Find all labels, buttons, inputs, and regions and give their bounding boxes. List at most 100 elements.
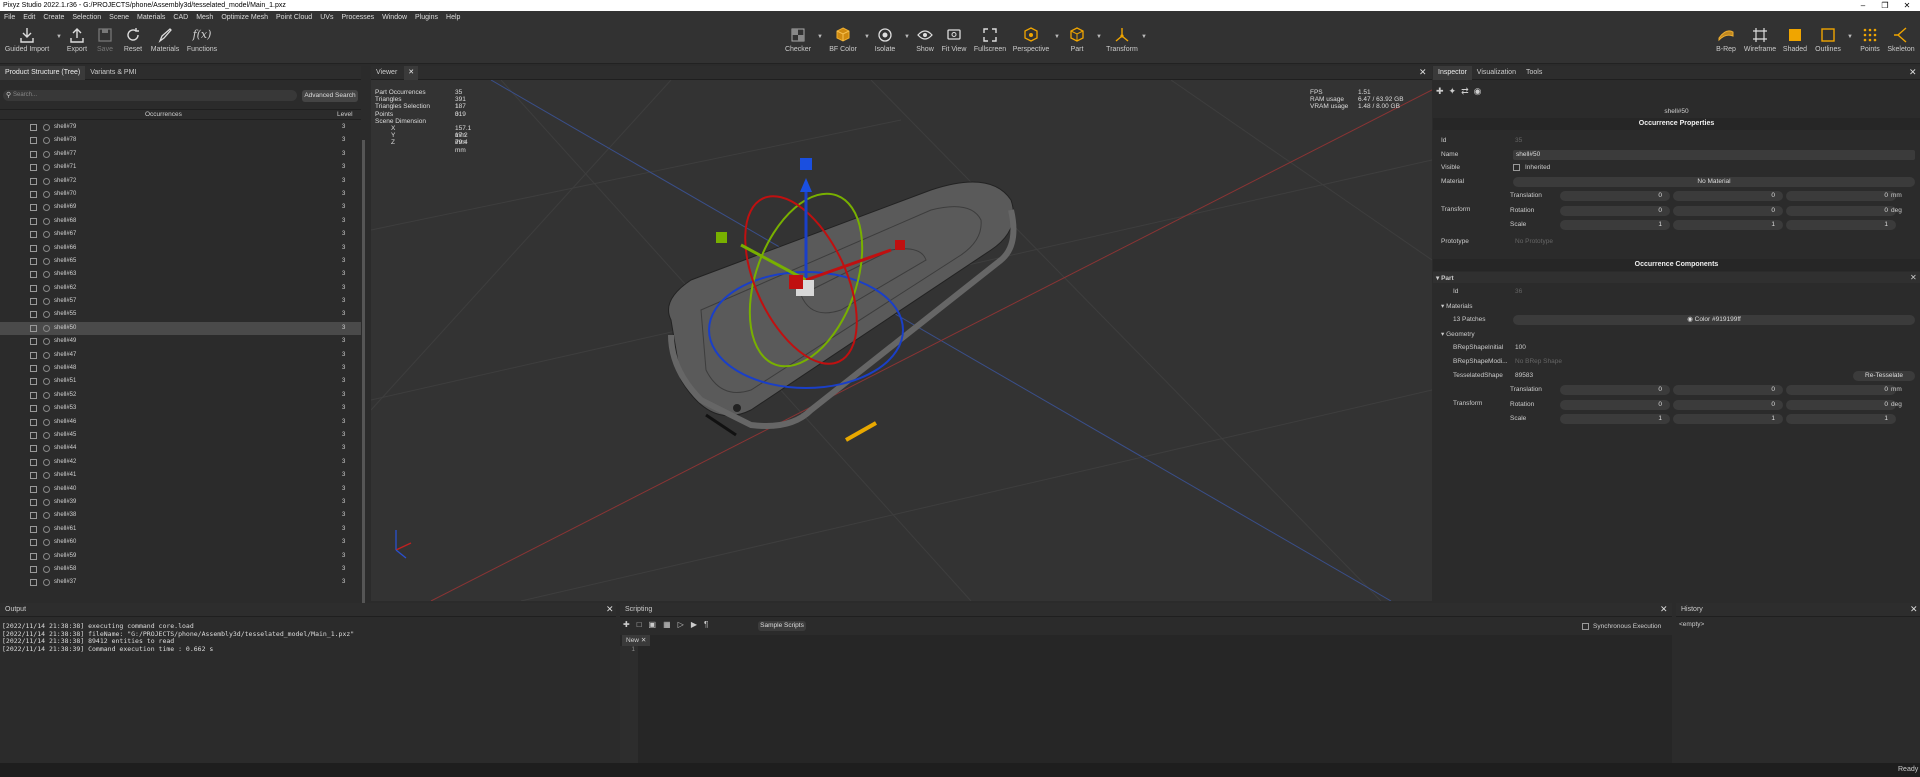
menu-help[interactable]: Help [446, 14, 460, 21]
close-icon[interactable]: ✕ [1896, 0, 1918, 11]
tab-inspector[interactable]: Inspector [1433, 65, 1472, 80]
visibility-checkbox[interactable] [30, 124, 37, 131]
tree-row[interactable]: shell#79 3 [0, 121, 361, 134]
visibility-checkbox[interactable] [30, 539, 37, 547]
points-button[interactable]: Points [1853, 26, 1887, 53]
visibility-checkbox[interactable] [30, 378, 37, 386]
search-input[interactable]: Search... [3, 90, 297, 101]
fullscreen-button[interactable]: Fullscreen [973, 26, 1007, 53]
tree-row[interactable]: shell#61 3 [0, 523, 361, 536]
transform-value-field[interactable]: 0 [1673, 399, 1783, 410]
transform-value-field[interactable]: 0 [1786, 399, 1896, 410]
viewport-3d[interactable] [371, 80, 1432, 601]
shaded-button[interactable]: Shaded [1778, 26, 1812, 53]
perspective-button[interactable]: Perspective ▼ [1013, 26, 1060, 53]
transform-value-field[interactable]: 1 [1560, 220, 1670, 230]
chevron-down-icon[interactable]: ▼ [1141, 34, 1147, 40]
menu-processes[interactable]: Processes [341, 14, 374, 21]
tab-variants-pmi[interactable]: Variants & PMI [85, 66, 141, 80]
tree-row[interactable]: shell#77 3 [0, 148, 361, 161]
tree-row[interactable]: shell#60 3 [0, 536, 361, 549]
visibility-checkbox[interactable] [30, 351, 37, 359]
tab-product-structure[interactable]: Product Structure (Tree) [0, 65, 86, 80]
tree-row[interactable]: shell#42 3 [0, 456, 361, 469]
visibility-checkbox[interactable] [30, 512, 37, 520]
transform-value-field[interactable]: 0 [1673, 191, 1783, 201]
chevron-down-icon[interactable]: ▼ [817, 34, 823, 40]
transform-value-field[interactable]: 0 [1560, 399, 1670, 410]
visibility-checkbox[interactable] [30, 137, 37, 145]
visibility-checkbox[interactable] [30, 257, 37, 265]
transform-value-field[interactable]: 0 [1560, 205, 1670, 216]
add-icon[interactable]: ✚ [1436, 86, 1444, 97]
tab-output[interactable]: Output [0, 603, 31, 617]
scripting-close-icon[interactable]: ✕ [1660, 604, 1668, 615]
advanced-search-button[interactable]: Advanced Search [302, 90, 358, 102]
tree-row[interactable]: shell#44 3 [0, 442, 361, 455]
viewer-panel[interactable]: Viewer ✕ ✕ Part Occurrences 35 Triangles… [371, 65, 1432, 601]
tab-new[interactable]: New ✕ [622, 635, 651, 646]
tree-row[interactable]: shell#67 3 [0, 228, 361, 241]
tree-row[interactable]: shell#52 3 [0, 389, 361, 402]
tree-row[interactable]: shell#59 3 [0, 550, 361, 563]
target-icon[interactable]: ◉ [1474, 86, 1482, 97]
menu-edit[interactable]: Edit [23, 14, 35, 21]
visibility-checkbox[interactable] [30, 311, 37, 319]
tree-row[interactable]: shell#37 3 [0, 576, 361, 589]
materials-group[interactable]: ▾ Materials [1441, 302, 1472, 310]
new-script-icon[interactable]: ✚ [623, 620, 630, 629]
retesselate-button[interactable]: Re-Tesselate [1853, 371, 1915, 381]
tab-history[interactable]: History [1676, 603, 1708, 617]
menu-file[interactable]: File [4, 14, 15, 21]
transform-value-field[interactable]: 0 [1673, 205, 1783, 216]
visibility-checkbox[interactable] [30, 164, 37, 172]
tree-row[interactable]: shell#78 3 [0, 134, 361, 147]
visibility-checkbox[interactable] [30, 244, 37, 252]
tree-row[interactable]: shell#63 3 [0, 268, 361, 281]
menu-plugins[interactable]: Plugins [415, 14, 438, 21]
transform-value-field[interactable]: 0 [1786, 205, 1896, 216]
visibility-checkbox[interactable] [30, 324, 37, 332]
visibility-checkbox[interactable] [30, 391, 37, 399]
tree-row[interactable]: shell#65 3 [0, 255, 361, 268]
new-tab-close-icon[interactable]: ✕ [641, 637, 646, 644]
script-editor[interactable]: New ✕ 1 [620, 635, 1672, 763]
tree-row[interactable]: shell#38 3 [0, 509, 361, 522]
visibility-checkbox[interactable] [30, 284, 37, 292]
visibility-checkbox[interactable] [30, 472, 37, 480]
tab-scripting[interactable]: Scripting [620, 603, 657, 617]
tree-row[interactable]: shell#39 3 [0, 496, 361, 509]
transform-value-field[interactable]: 1 [1560, 414, 1670, 424]
transform-value-field[interactable]: 0 [1560, 191, 1670, 201]
tree-row[interactable]: shell#57 3 [0, 295, 361, 308]
visibility-checkbox[interactable] [30, 150, 37, 158]
transform-value-field[interactable]: 0 [1673, 385, 1783, 395]
outlines-button[interactable]: Outlines ▼ [1811, 26, 1853, 53]
tree-row[interactable]: shell#68 3 [0, 215, 361, 228]
visibility-checkbox[interactable] [30, 485, 37, 493]
visibility-checkbox[interactable] [30, 231, 37, 239]
output-close-icon[interactable]: ✕ [606, 604, 614, 615]
tree-row[interactable]: shell#40 3 [0, 483, 361, 496]
visibility-checkbox[interactable] [30, 431, 37, 439]
reset-button[interactable]: Reset [116, 26, 150, 53]
visibility-checkbox[interactable] [30, 405, 37, 413]
visibility-checkbox[interactable] [30, 365, 37, 373]
transform-value-field[interactable]: 0 [1560, 385, 1670, 395]
tree-row[interactable]: shell#45 3 [0, 429, 361, 442]
materials-button[interactable]: Materials [148, 26, 182, 53]
transform-value-field[interactable]: 1 [1673, 220, 1783, 230]
tab-viewer[interactable]: Viewer [371, 66, 402, 80]
brep-button[interactable]: B-Rep [1709, 26, 1743, 53]
minimize-icon[interactable]: – [1852, 0, 1874, 11]
play-icon[interactable]: ▷ [678, 620, 684, 629]
visibility-checkbox[interactable] [30, 177, 37, 185]
transform-value-field[interactable]: 1 [1786, 414, 1896, 424]
tree-row[interactable]: shell#50 3 [0, 321, 361, 336]
isolate-button[interactable]: Isolate ▼ [868, 26, 910, 53]
functions-button[interactable]: f(x) Functions [185, 26, 219, 53]
transform-value-field[interactable]: 1 [1673, 414, 1783, 424]
col-level[interactable]: Level [337, 110, 353, 120]
part-section[interactable]: ▾ Part ✕ [1433, 272, 1920, 283]
remove-component-icon[interactable]: ✕ [1910, 273, 1917, 282]
